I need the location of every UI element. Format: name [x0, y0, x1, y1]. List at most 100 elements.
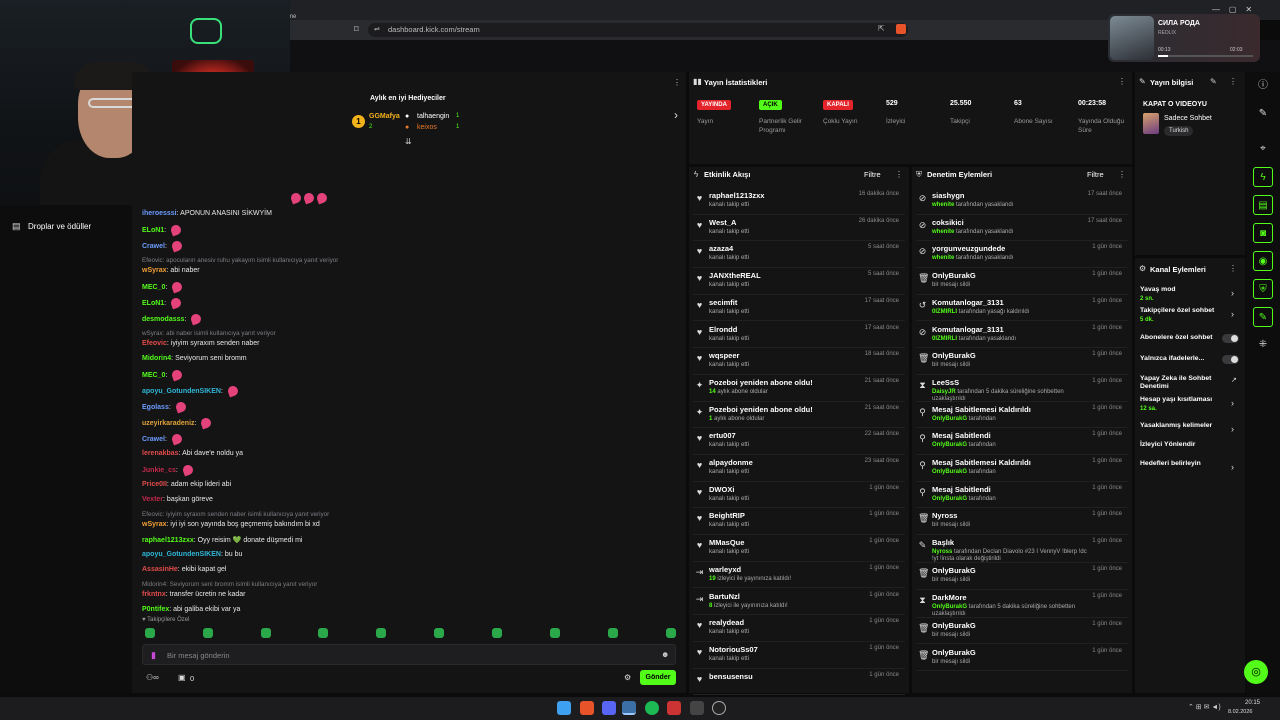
channel-action[interactable]: Hedefleri belirleyin — [1140, 460, 1220, 468]
channel-action[interactable]: Yasaklanmış kelimeler — [1140, 422, 1220, 430]
media-progress[interactable] — [1158, 55, 1253, 57]
chat-username[interactable]: Crawel — [142, 243, 165, 250]
brave-shield-icon[interactable] — [896, 24, 906, 34]
chat-username[interactable]: Vexter — [142, 496, 163, 503]
toggle-switch[interactable] — [1222, 355, 1239, 364]
chat-line[interactable]: desmodasss: — [142, 312, 203, 326]
start-icon[interactable] — [557, 701, 571, 715]
gifters-next-icon[interactable]: › — [674, 108, 678, 122]
row-name[interactable]: NotoriouSs07 — [709, 645, 758, 654]
list-row[interactable]: ♥ Elrondd kanalı takip etti 17 saat önce — [693, 322, 905, 349]
row-name[interactable]: azaza4 — [709, 244, 733, 253]
row-highlight[interactable]: whenite — [932, 202, 954, 208]
chat-line[interactable]: AssasinHe: ekibi kapat gel — [142, 566, 226, 573]
row-name[interactable]: Mesaj Sabitlemesi Kaldırıldı — [932, 405, 1031, 414]
row-name[interactable]: Pozeboi yeniden abone oldu! — [709, 378, 813, 387]
edit-icon[interactable]: ✎ — [1210, 77, 1217, 86]
chat-username[interactable]: AssasinHe — [142, 566, 178, 573]
row-name[interactable]: ertu007 — [709, 431, 736, 440]
emote-9[interactable] — [608, 628, 618, 638]
list-row[interactable]: ♥ raphael1213zxx kanalı takip etti 16 dakik… — [693, 188, 905, 215]
emote-2[interactable] — [203, 628, 213, 638]
row-highlight[interactable]: Nyross — [932, 549, 952, 555]
row-name[interactable]: OnlyBurakG — [932, 621, 976, 630]
row-name[interactable]: realydead — [709, 618, 744, 627]
activity-more-icon[interactable]: ⋮ — [895, 170, 903, 179]
chat-line[interactable]: frkntnx: transfer ücretin ne kadar — [142, 591, 246, 598]
brave-icon[interactable] — [580, 701, 594, 715]
emote-10[interactable] — [666, 628, 676, 638]
chevron-right-icon[interactable]: › — [1231, 424, 1234, 434]
chat-line[interactable]: Vexter: başkan göreve — [142, 496, 213, 503]
chat-username[interactable]: Crawel — [142, 436, 165, 443]
reply-context[interactable]: Efeovic: apocuların anesiv ruhu yakayım … — [142, 257, 338, 264]
list-row[interactable]: ♥ bensusensu 1 gün önce — [693, 669, 905, 696]
row-name[interactable]: Elrondd — [709, 325, 737, 334]
row-highlight[interactable]: OnlyBurakG — [932, 469, 967, 475]
list-row[interactable]: ♥ BeightRIP kanalı takip etti 1 gün önce — [693, 508, 905, 536]
row-highlight[interactable]: 0IZMIRLI — [932, 336, 957, 342]
chevron-right-icon[interactable]: › — [1231, 309, 1234, 319]
chat-line[interactable]: wSyrax: iyi iyi son yayında boş geçmemiş… — [142, 521, 320, 528]
row-name[interactable]: Nyross — [932, 511, 957, 520]
row-highlight[interactable]: 19 — [709, 576, 716, 582]
chat-username[interactable]: apoyu_GotundenSIKEN — [142, 388, 221, 395]
chat-username[interactable]: Egolass — [142, 404, 169, 411]
chat-line[interactable]: Junkie_cs: — [142, 463, 195, 477]
chat-line[interactable]: raphael1213zxx: Oyy reisim 💚 donate düşm… — [142, 536, 302, 544]
chat-username[interactable]: raphael1213zxx — [142, 537, 194, 544]
row-name[interactable]: Başlık — [932, 538, 954, 547]
broadcast-icon[interactable]: ◉ — [1253, 251, 1273, 271]
spotify-icon[interactable] — [645, 701, 659, 715]
row-name[interactable]: MMasQue — [709, 538, 744, 547]
channel-more-icon[interactable]: ⋮ — [1229, 264, 1237, 273]
pen-icon[interactable]: ✎ — [1253, 104, 1273, 124]
external-link-icon[interactable]: ↗ — [1231, 376, 1237, 384]
row-name[interactable]: siashygn — [932, 191, 965, 200]
microphone-icon[interactable]: ▮ — [151, 650, 156, 661]
chat-username[interactable]: ELoN1 — [142, 300, 164, 307]
channel-action[interactable]: Takipçilere özel sohbet 5 dk. — [1140, 307, 1220, 324]
row-name[interactable]: alpaydonme — [709, 458, 753, 467]
row-name[interactable]: DarkMore — [932, 593, 967, 602]
chat-username[interactable]: apoyu_GotundenSIKEN — [142, 551, 221, 558]
list-row[interactable]: ♥ alpaydonme kanalı takip etti 23 saat önce — [693, 455, 905, 482]
chat-line[interactable]: Egolass: — [142, 400, 188, 414]
window-controls[interactable]: — ▢ ✕ — [1212, 5, 1252, 14]
gifter-second-name[interactable]: talhaengin — [417, 113, 449, 120]
row-highlight[interactable]: 0IZMIRLI — [932, 309, 957, 315]
channel-action[interactable]: İzleyici Yönlendir — [1140, 441, 1220, 449]
bookmark-icon[interactable]: ⌑ — [354, 24, 359, 35]
emote-8[interactable] — [550, 628, 560, 638]
nav-drops[interactable]: Droplar ve ödüller — [28, 222, 91, 231]
row-name[interactable]: Mesaj Sabitlendi — [932, 485, 991, 494]
chat-username[interactable]: Price0II — [142, 481, 167, 488]
shield-side-icon[interactable]: ⛨ — [1253, 279, 1273, 299]
document-icon[interactable]: ▤ — [1253, 195, 1273, 215]
chat-settings-icon[interactable]: ⚙ — [624, 673, 631, 682]
chat-line[interactable]: ELoN1: — [142, 296, 183, 310]
row-name[interactable]: OnlyBurakG — [932, 351, 976, 360]
list-row[interactable]: ♥ wqspeer kanalı takip etti 18 saat önce — [693, 348, 905, 375]
list-row[interactable]: ⇥ warleyxd 19 izleyici ile yayınınıza katı… — [693, 562, 905, 589]
row-highlight[interactable]: OnlyBurakG — [932, 604, 967, 610]
chat-line[interactable]: MEC_0: — [142, 368, 184, 382]
chat-more-icon[interactable]: ⋮ — [673, 78, 681, 87]
row-name[interactable]: JANXtheREAL — [709, 271, 761, 280]
chevron-right-icon[interactable]: › — [1231, 398, 1234, 408]
chevron-right-icon[interactable]: › — [1231, 288, 1234, 298]
list-row[interactable]: ♥ JANXtheREAL kanalı takip etti 5 saat önce — [693, 268, 905, 295]
row-name[interactable]: LeeSsS — [932, 378, 959, 387]
chat-username[interactable]: uzeyirkaradeniz — [142, 420, 195, 427]
list-row[interactable]: 🗑 Nyross bir mesajı sildi 1 gün önce — [916, 508, 1128, 536]
chat-line[interactable]: iheroesssi: APONUN ANASINI SİKWYİM — [142, 210, 272, 217]
row-name[interactable]: OnlyBurakG — [932, 648, 976, 657]
chat-line[interactable]: Crawel: — [142, 239, 184, 253]
row-name[interactable]: DWOXi — [709, 485, 734, 494]
chat-line[interactable]: apoyu_GotundenSIKEN: bu bu — [142, 551, 242, 558]
chevron-right-icon[interactable]: › — [1231, 462, 1234, 472]
row-name[interactable]: OnlyBurakG — [932, 271, 976, 280]
info-icon[interactable]: ⓘ — [1253, 76, 1273, 96]
row-name[interactable]: secimfit — [709, 298, 737, 307]
list-row[interactable]: 🗑 OnlyBurakG bir mesajı sildi 1 gün önce — [916, 618, 1128, 645]
